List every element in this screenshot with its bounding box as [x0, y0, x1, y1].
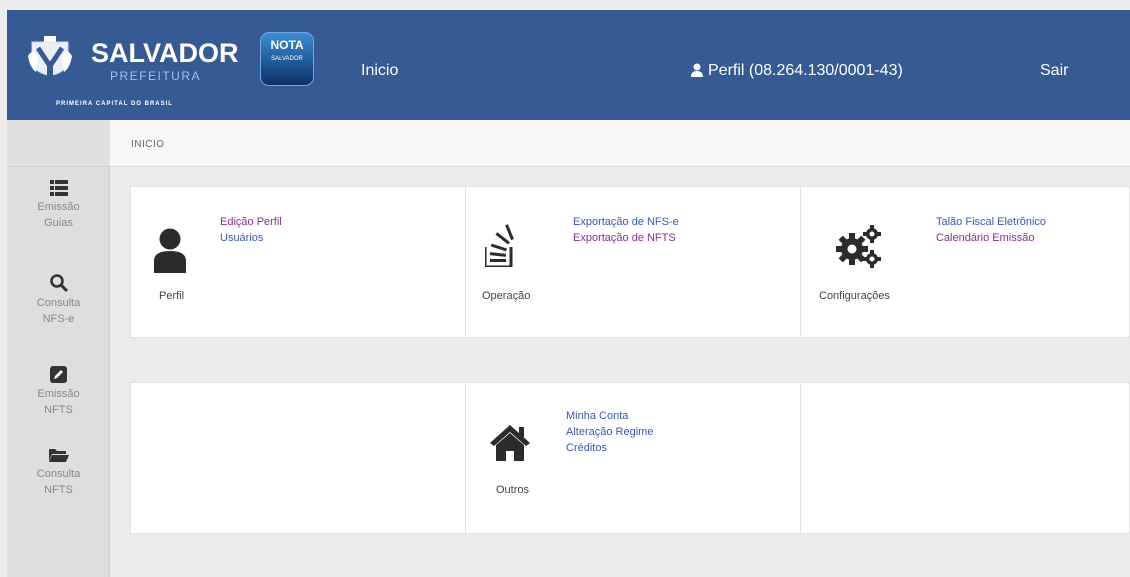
calendario-emissao-link[interactable]: Calendário Emissão	[936, 230, 1046, 246]
sidebar-item-emissao-guias[interactable]: Emissão Guias	[7, 180, 110, 231]
minha-conta-link[interactable]: Minha Conta	[566, 408, 653, 424]
operacao-card: Operação Exportação de NFS-e Exportação …	[466, 187, 801, 337]
logo-tagline: PRIMEIRA CAPITAL DO BRASIL	[56, 101, 173, 107]
operacao-links: Exportação de NFS-e Exportação de NFTS	[573, 214, 679, 246]
sidebar-item-consulta-nfts[interactable]: Consulta NFTS	[7, 447, 110, 498]
edicao-perfil-link[interactable]: Edição Perfil	[220, 214, 282, 230]
empty-card	[131, 383, 466, 533]
edit-icon	[50, 366, 67, 383]
sidebar-item-emissao-nfts[interactable]: Emissão NFTS	[7, 366, 110, 418]
gears-icon	[836, 225, 881, 268]
talao-fiscal-link[interactable]: Talão Fiscal Eletrônico	[936, 214, 1046, 230]
perfil-links: Edição Perfil Usuários	[220, 214, 282, 246]
sidebar-item-label: NFS-e	[42, 313, 75, 325]
empty-card	[801, 383, 1130, 533]
sidebar-item-label: NFTS	[44, 404, 73, 416]
nota-salvador-badge[interactable]: NOTA SALVADOR	[260, 32, 314, 86]
sidebar: Emissão Guias Consulta NFS-e Emissão NFT…	[7, 167, 110, 577]
logo-subtitle: PREFEITURA	[110, 69, 202, 83]
logo-title: SALVADOR	[91, 38, 239, 68]
badge-subtitle: SALVADOR	[271, 56, 303, 62]
alteracao-regime-link[interactable]: Alteração Regime	[566, 424, 653, 440]
sidebar-item-label: Guias	[44, 217, 73, 229]
stack-overflow-icon	[485, 224, 514, 267]
sidebar-item-label: Consulta	[36, 297, 81, 309]
sidebar-item-label: NFTS	[44, 484, 73, 496]
search-icon	[49, 274, 68, 292]
outros-label: Outros	[496, 484, 530, 496]
logout-link[interactable]: Sair	[1040, 62, 1068, 80]
breadcrumb-current: INICIO	[131, 139, 165, 150]
sidebar-item-label: Consulta	[36, 468, 81, 480]
crest-icon	[28, 36, 72, 76]
configuracoes-links: Talão Fiscal Eletrônico Calendário Emiss…	[936, 214, 1046, 246]
nav-profile-link[interactable]: Perfil (08.264.130/0001-43)	[691, 62, 903, 80]
sidebar-item-label: Emissão	[37, 388, 80, 400]
folder-open-icon	[48, 449, 69, 462]
badge-title: NOTA	[270, 38, 304, 52]
outros-card: Outros Minha Conta Alteração Regime Créd…	[466, 383, 801, 533]
creditos-link[interactable]: Créditos	[566, 440, 653, 456]
sidebar-item-label: Emissão	[37, 201, 80, 213]
user-icon	[691, 63, 703, 77]
sidebar-item-consulta-nfse[interactable]: Consulta NFS-e	[7, 274, 110, 327]
usuarios-link[interactable]: Usuários	[220, 230, 282, 246]
perfil-card: Perfil Edição Perfil Usuários	[131, 187, 466, 337]
operacao-label: Operação	[482, 290, 531, 302]
exportacao-nfse-link[interactable]: Exportação de NFS-e	[573, 214, 679, 230]
dashboard-row: Perfil Edição Perfil Usuários Operação E…	[130, 186, 1130, 338]
top-header: SALVADOR PREFEITURA PRIMEIRA CAPITAL DO …	[7, 10, 1130, 120]
dashboard-row: Outros Minha Conta Alteração Regime Créd…	[130, 382, 1130, 534]
user-icon	[154, 228, 186, 273]
salvador-logo[interactable]: SALVADOR PREFEITURA PRIMEIRA CAPITAL DO …	[7, 24, 239, 110]
breadcrumb-spacer	[7, 120, 110, 167]
home-icon	[490, 425, 530, 461]
nav-profile-label: Perfil (08.264.130/0001-43)	[708, 62, 903, 79]
configuracoes-label: Configurações	[819, 290, 890, 302]
outros-links: Minha Conta Alteração Regime Créditos	[566, 408, 653, 456]
perfil-label: Perfil	[159, 290, 185, 302]
exportacao-nfts-link[interactable]: Exportação de NFTS	[573, 230, 679, 246]
list-icon	[49, 180, 68, 196]
breadcrumb: INICIO	[110, 120, 1130, 167]
nav-home-link[interactable]: Inicio	[361, 62, 398, 80]
configuracoes-card: Configurações Talão Fiscal Eletrônico Ca…	[801, 187, 1130, 337]
